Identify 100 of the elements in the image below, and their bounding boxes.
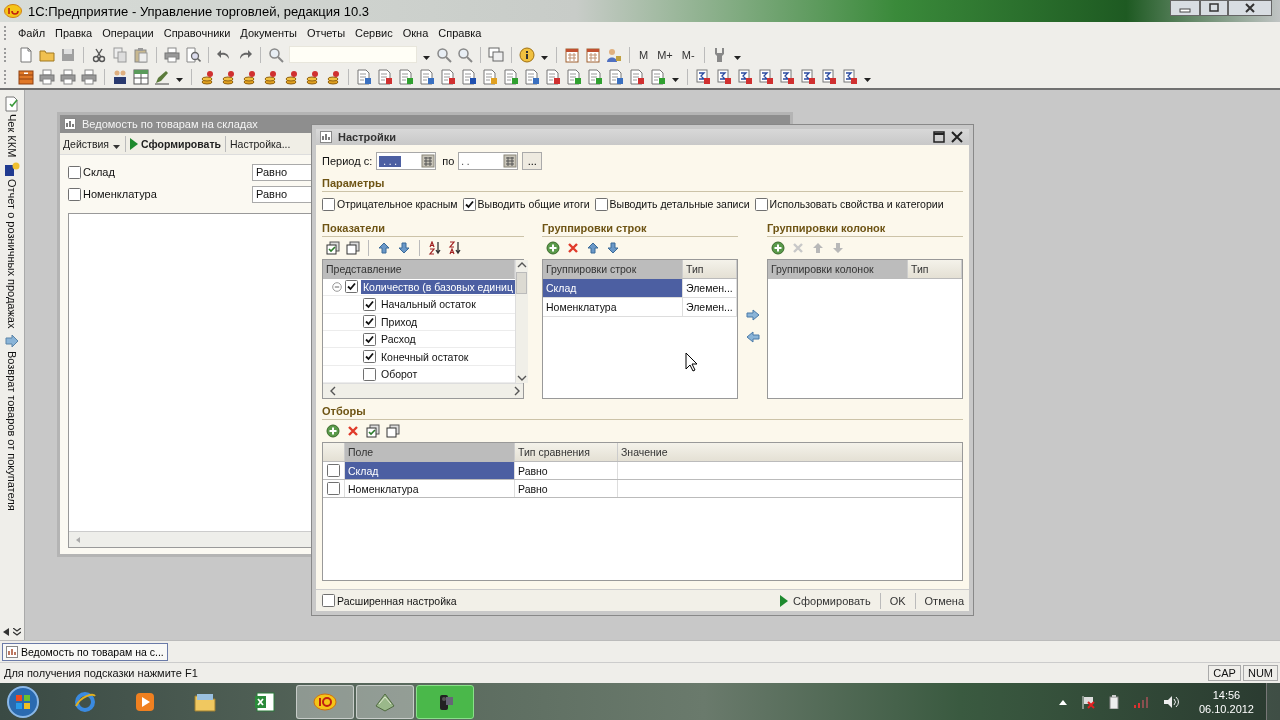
menu-item[interactable]: Отчеты <box>302 26 351 39</box>
info-icon[interactable] <box>519 46 535 63</box>
calendar-icon[interactable] <box>503 154 518 169</box>
report-icon[interactable] <box>716 69 732 85</box>
scrollbar[interactable] <box>323 383 523 399</box>
tree-item[interactable]: Начальный остаток <box>379 297 478 312</box>
document-icon[interactable] <box>650 69 666 85</box>
toolbar-button[interactable]: Настройка... <box>228 137 293 150</box>
add-icon[interactable] <box>546 241 560 256</box>
side-panel-item[interactable]: Отчет о розничных продажах <box>4 161 20 329</box>
coins-icon[interactable] <box>220 69 236 85</box>
caret-icon[interactable] <box>176 78 183 82</box>
coins-icon[interactable] <box>304 69 320 85</box>
printer-icon[interactable] <box>164 46 180 63</box>
coins-icon[interactable] <box>262 69 278 85</box>
preview-icon[interactable] <box>185 46 201 63</box>
checkbox[interactable] <box>322 594 335 608</box>
checkbox[interactable] <box>363 332 376 346</box>
column-header[interactable]: Тип <box>908 260 962 279</box>
clipboard-icon[interactable] <box>133 46 149 63</box>
report-icon[interactable] <box>779 69 795 85</box>
arrow-up-icon[interactable] <box>377 241 391 256</box>
checkbox[interactable] <box>363 297 376 311</box>
calendar-icon[interactable] <box>585 46 601 63</box>
report-icon[interactable] <box>842 69 858 85</box>
calendar-icon[interactable] <box>421 154 436 169</box>
printer-icon[interactable] <box>60 69 76 85</box>
search-icon[interactable] <box>436 46 452 63</box>
caret-icon[interactable] <box>864 78 871 82</box>
scrollbar[interactable] <box>514 260 528 384</box>
menu-item[interactable]: Правка <box>50 26 98 39</box>
maximize-button[interactable] <box>1200 0 1228 16</box>
printer-icon[interactable] <box>39 69 55 85</box>
side-panel-item[interactable]: Чек ККМ <box>4 96 20 158</box>
document-icon[interactable] <box>356 69 372 85</box>
coins-icon[interactable] <box>325 69 341 85</box>
date-field[interactable]: . . . <box>376 152 437 171</box>
checkbox[interactable] <box>68 187 81 201</box>
table-cell[interactable]: Элемен... <box>683 279 737 298</box>
document-icon[interactable] <box>587 69 603 85</box>
checkbox[interactable] <box>327 464 340 478</box>
dialog-button[interactable]: Сформировать <box>777 594 874 607</box>
checkbox[interactable] <box>327 482 340 496</box>
uncheck-all-icon[interactable] <box>346 241 360 256</box>
tree-item[interactable]: Оборот <box>379 367 420 382</box>
report-icon[interactable] <box>821 69 837 85</box>
check-all-icon[interactable] <box>326 241 340 256</box>
collapse-icon[interactable] <box>332 281 342 292</box>
arrow-down-icon[interactable] <box>397 241 411 256</box>
people-icon[interactable] <box>112 69 128 85</box>
tree-item[interactable]: Расход <box>379 332 418 347</box>
arrow-down-icon[interactable] <box>606 241 620 256</box>
report-icon[interactable] <box>758 69 774 85</box>
menu-item[interactable]: Файл <box>13 26 51 39</box>
table-cell[interactable]: Склад <box>543 279 683 298</box>
document-icon[interactable] <box>461 69 477 85</box>
document-icon[interactable] <box>377 69 393 85</box>
coins-icon[interactable] <box>199 69 215 85</box>
checkbox[interactable] <box>68 165 81 179</box>
menu-item[interactable]: Документы <box>235 26 303 39</box>
close-button[interactable] <box>1228 0 1272 16</box>
caret-icon[interactable] <box>672 78 679 82</box>
sort-icon[interactable] <box>428 241 442 256</box>
column-header[interactable]: Тип <box>683 260 737 279</box>
dialog-button[interactable]: OK <box>886 594 909 607</box>
windows-icon[interactable] <box>488 46 504 63</box>
report-icon[interactable] <box>737 69 753 85</box>
start-button[interactable] <box>6 684 40 719</box>
window-tab[interactable]: Ведомость по товарам на с... <box>2 642 168 661</box>
menu-item[interactable]: Окна <box>397 26 434 39</box>
cabinet-icon[interactable] <box>18 69 34 85</box>
document-icon[interactable] <box>629 69 645 85</box>
clock[interactable]: 14:56 06.10.2012 <box>1198 687 1254 716</box>
column-header[interactable]: Представление <box>323 260 515 278</box>
document-icon[interactable] <box>608 69 624 85</box>
more-button[interactable]: ... <box>522 152 543 171</box>
document-icon[interactable] <box>503 69 519 85</box>
side-panel-item[interactable]: Возврат товаров от покупателя <box>4 332 20 511</box>
pen-icon[interactable] <box>154 69 170 85</box>
table-cell[interactable]: Равно <box>515 480 618 498</box>
table-cell[interactable]: Склад <box>345 462 515 480</box>
user-icon[interactable] <box>606 46 622 63</box>
coins-icon[interactable] <box>241 69 257 85</box>
toolbar-button[interactable]: M <box>637 48 651 61</box>
column-header[interactable]: Тип сравнения <box>515 443 618 462</box>
search-field[interactable] <box>289 46 417 63</box>
uncheck-all-icon[interactable] <box>386 424 400 439</box>
toolbar-button[interactable]: M+ <box>655 48 675 61</box>
speaker-icon[interactable] <box>1162 694 1179 709</box>
table-cell[interactable]: Номенклатура <box>345 480 515 498</box>
arrow-up-icon[interactable] <box>586 241 600 256</box>
menu-item[interactable]: Сервис <box>350 26 398 39</box>
menu-item[interactable]: Операции <box>97 26 159 39</box>
table-cell[interactable]: Элемен... <box>683 298 737 317</box>
report-icon[interactable] <box>800 69 816 85</box>
document-icon[interactable] <box>440 69 456 85</box>
document-icon[interactable] <box>566 69 582 85</box>
calendar-icon[interactable] <box>564 46 580 63</box>
date-field[interactable]: . . <box>458 152 519 171</box>
printer-icon[interactable] <box>81 69 97 85</box>
